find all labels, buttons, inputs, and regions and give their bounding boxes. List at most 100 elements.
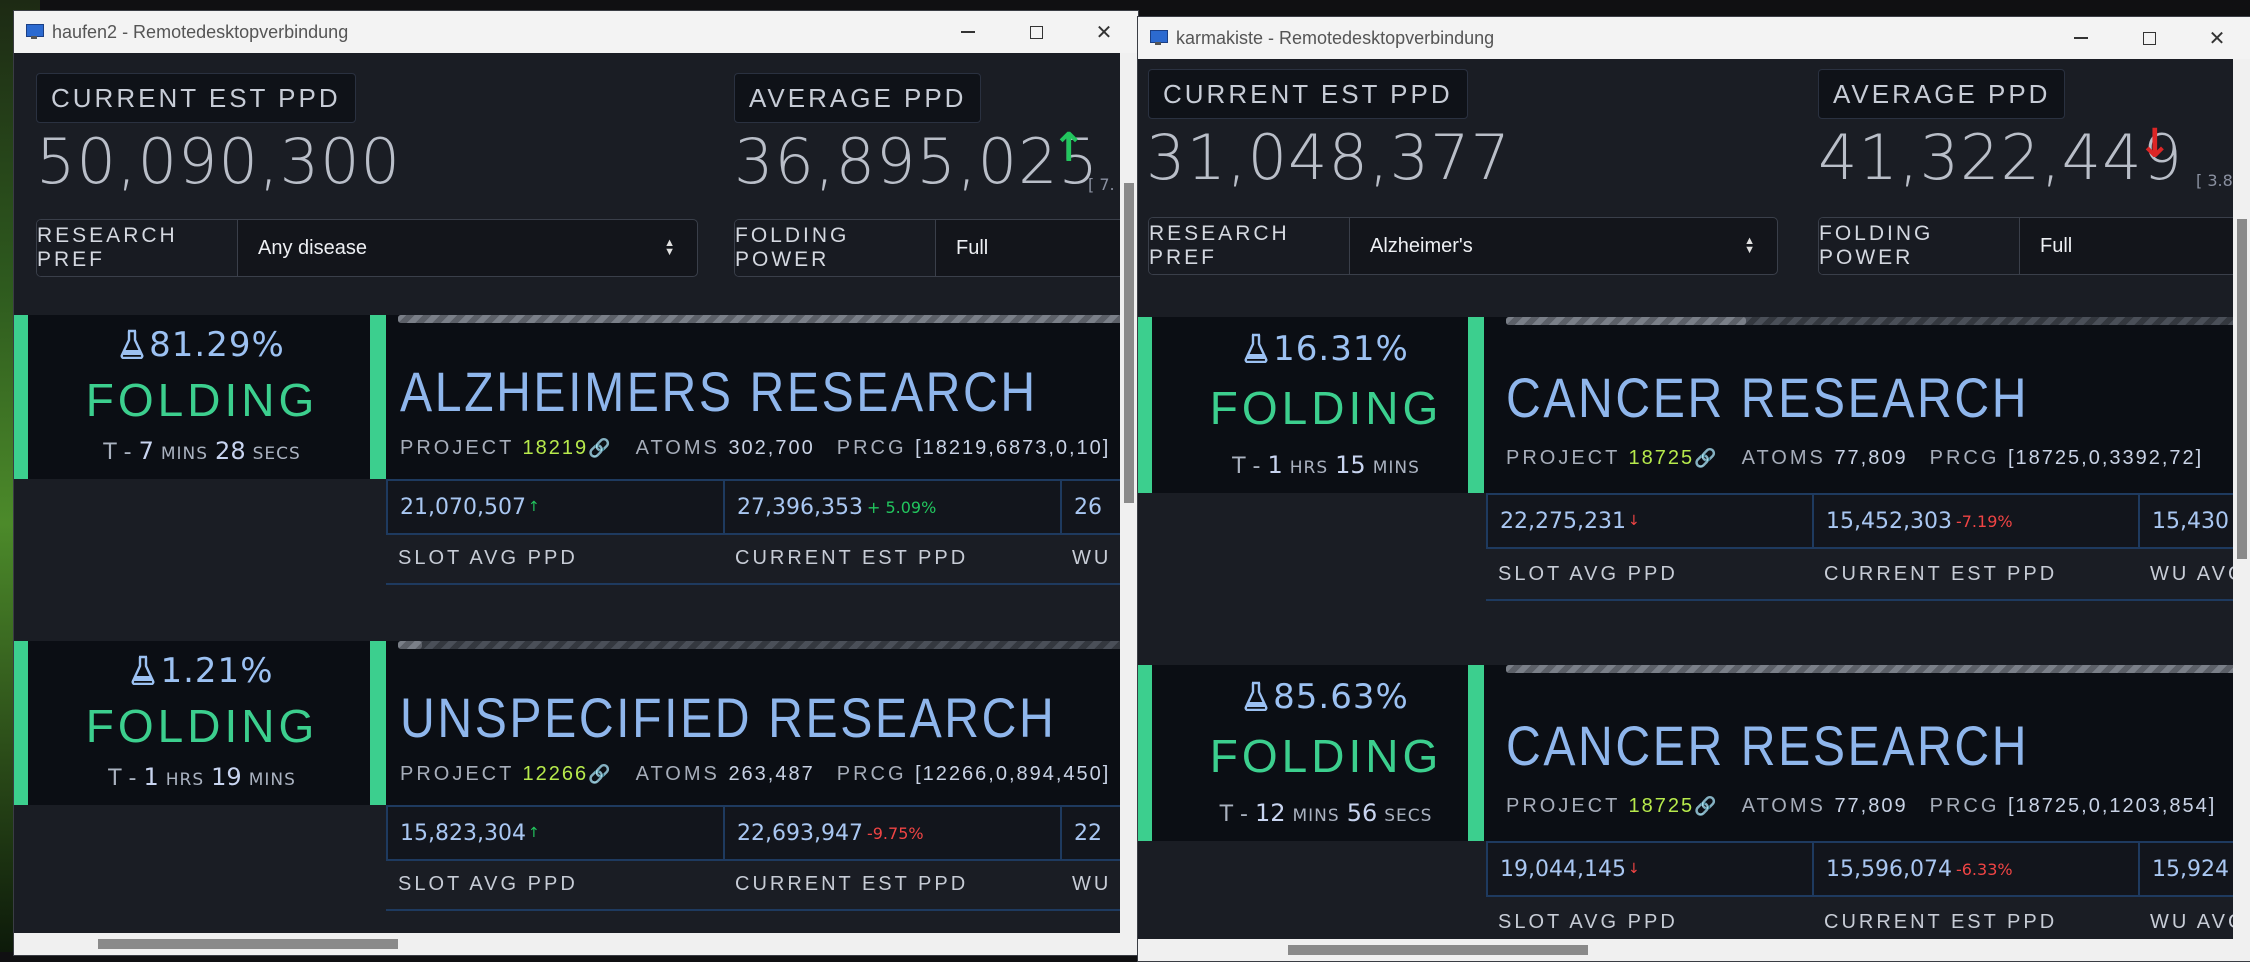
average-ppd-value: 36,895,025 — [734, 125, 1099, 198]
project-meta: PROJECT 18219🔗 ATOMS 302,700 PRCG [18219,6… — [400, 437, 1111, 459]
current-est-ppd-cell: 22,693,947 -9.75% — [725, 807, 1062, 859]
slot-status-panel: 1.21% FOLDING T - 1 HRS 19 MINS — [14, 641, 376, 805]
minimize-button[interactable] — [934, 11, 1002, 53]
close-button[interactable]: ✕ — [1070, 11, 1138, 53]
slot-progress-percent: 85.63% — [1273, 677, 1409, 717]
slot-avg-ppd-label: SLOT AVG PPD — [398, 546, 578, 569]
maximize-icon — [1029, 25, 1043, 39]
average-ppd-range: [ 7. — [1088, 175, 1115, 194]
slot-avg-ppd-value: 21,070,507 ↑ — [388, 481, 725, 533]
slot-stats-row: 19,044,145 ↓ 15,596,074 -6.33% 15,924 — [1486, 841, 2250, 897]
project-meta: PROJECT 18725🔗 ATOMS 77,809 PRCG [18725,0,… — [1506, 795, 2217, 817]
slot-stats-labels: SLOT AVG PPD CURRENT EST PPD WU — [386, 533, 1138, 585]
project-meta: PROJECT 12266🔗 ATOMS 263,487 PRCG [12266,0… — [400, 763, 1111, 785]
folding-power-select[interactable]: FOLDING POWER Full — [1818, 217, 2250, 275]
current-est-ppd-cell: 15,596,074 -6.33% — [1814, 843, 2140, 895]
link-icon[interactable]: 🔗 — [588, 438, 613, 458]
slot-progress-fill — [398, 641, 422, 649]
slot-avg-ppd-value: 19,044,145 ↓ — [1488, 843, 1814, 895]
link-icon[interactable]: 🔗 — [588, 764, 613, 784]
flask-icon — [1244, 681, 1268, 711]
slot-stats-row: 15,823,304 ↑ 22,693,947 -9.75% 22 — [386, 805, 1138, 861]
slot-progress-fill — [398, 315, 1138, 323]
slot-stats-labels: SLOT AVG PPD CURRENT EST PPD WU AVG — [1486, 549, 2250, 601]
research-pref-value: Any disease — [258, 236, 367, 259]
trend-up-icon: ↑ — [527, 825, 540, 841]
horizontal-scrollbar[interactable] — [1138, 939, 2233, 961]
slot-progress-bar — [1506, 665, 2250, 673]
average-ppd-label: AVERAGE PPD — [1818, 69, 2066, 119]
average-ppd-label: AVERAGE PPD — [734, 73, 982, 123]
research-pref-select[interactable]: RESEARCH PREF Alzheimer's ▲ ▼ — [1148, 217, 1778, 275]
slot-progress-percent: 1.21% — [160, 651, 274, 691]
slot-card: 81.29% FOLDING T - 7 MINS 28 SECS ALZHEI… — [14, 315, 1138, 615]
fah-dashboard: CURRENT EST PPD 50,090,300 AVERAGE PPD 3… — [14, 53, 1138, 955]
horizontal-scroll-thumb[interactable] — [1288, 945, 1588, 955]
project-number[interactable]: 18725 — [1629, 795, 1695, 817]
current-est-ppd-label: CURRENT EST PPD — [735, 546, 969, 569]
research-title: ALZHEIMERS RESEARCH — [400, 360, 1038, 423]
flask-icon — [120, 329, 144, 359]
close-button[interactable]: ✕ — [2183, 17, 2250, 59]
slot-status: FOLDING — [1209, 730, 1443, 782]
resize-grip[interactable] — [2233, 939, 2250, 961]
current-est-ppd-label: CURRENT EST PPD — [36, 73, 356, 123]
link-icon[interactable]: 🔗 — [1694, 448, 1719, 468]
window-title: haufen2 - Remotedesktopverbindung — [52, 21, 349, 42]
research-pref-select[interactable]: RESEARCH PREF Any disease ▲ ▼ — [36, 219, 698, 277]
slot-progress-bar — [1506, 317, 2250, 325]
trend-down-icon: ↓ — [2138, 121, 2172, 167]
window-titlebar[interactable]: haufen2 - Remotedesktopverbindung ✕ — [14, 11, 1138, 53]
research-title: CANCER RESEARCH — [1506, 714, 2030, 777]
current-est-ppd-value: 50,090,300 — [36, 125, 401, 198]
folding-power-select[interactable]: FOLDING POWER Full — [734, 219, 1138, 277]
minimize-button[interactable] — [2047, 17, 2115, 59]
current-est-ppd-label: CURRENT EST PPD — [735, 872, 969, 895]
link-icon[interactable]: 🔗 — [1694, 796, 1719, 816]
vertical-scrollbar[interactable] — [2233, 59, 2250, 939]
average-ppd-value: 41,322,449 — [1818, 121, 2183, 194]
slot-project-card: CANCER RESEARCH PROJECT 18725🔗 ATOMS 77,8… — [1468, 665, 2250, 841]
fah-dashboard: CURRENT EST PPD 31,048,377 AVERAGE PPD 4… — [1138, 59, 2250, 961]
flask-icon — [1244, 333, 1268, 363]
horizontal-scroll-thumb[interactable] — [98, 939, 398, 949]
research-pref-label: RESEARCH PREF — [1149, 218, 1350, 274]
maximize-button[interactable] — [1002, 11, 1070, 53]
slot-avg-ppd-value: 15,823,304 ↑ — [388, 807, 725, 859]
slot-progress-fill — [1506, 665, 2250, 673]
current-est-ppd-cell: 15,452,303 -7.19% — [1814, 495, 2140, 547]
folding-power-value: Full — [2040, 234, 2073, 257]
slot-stats-row: 21,070,507 ↑ 27,396,353 + 5.09% 26 — [386, 479, 1138, 535]
window-title: karmakiste - Remotedesktopverbindung — [1176, 27, 1495, 48]
folding-power-label: FOLDING POWER — [735, 220, 936, 276]
slot-stats-labels: SLOT AVG PPD CURRENT EST PPD WU — [386, 859, 1138, 911]
project-number[interactable]: 18725 — [1629, 447, 1695, 469]
project-meta: PROJECT 18725🔗 ATOMS 77,809 PRCG [18725,0,… — [1506, 447, 2204, 469]
slot-eta: T - 1 HRS 15 MINS — [1232, 451, 1420, 479]
window-titlebar[interactable]: karmakiste - Remotedesktopverbindung ✕ — [1138, 17, 2250, 59]
slot-status-panel: 16.31% FOLDING T - 1 HRS 15 MINS — [1138, 317, 1500, 493]
slot-stats-row: 22,275,231 ↓ 15,452,303 -7.19% 15,430 — [1486, 493, 2250, 549]
slot-avg-ppd-value: 22,275,231 ↓ — [1488, 495, 1814, 547]
maximize-button[interactable] — [2115, 17, 2183, 59]
vertical-scrollbar[interactable] — [1120, 53, 1138, 933]
slot-progress-bar — [398, 315, 1138, 323]
slot-card: 16.31% FOLDING T - 1 HRS 15 MINS CANCER … — [1138, 317, 2250, 637]
trend-down-icon: ↓ — [1627, 513, 1640, 529]
vertical-scroll-thumb[interactable] — [1124, 183, 1134, 503]
remote-desktop-window-karmakiste[interactable]: karmakiste - Remotedesktopverbindung ✕ C… — [1137, 16, 2250, 962]
remote-desktop-window-haufen2[interactable]: haufen2 - Remotedesktopverbindung ✕ CURR… — [13, 10, 1139, 956]
slot-avg-ppd-label: SLOT AVG PPD — [1498, 562, 1678, 585]
current-est-ppd-cell: 27,396,353 + 5.09% — [725, 481, 1062, 533]
project-number[interactable]: 18219 — [523, 437, 589, 459]
select-caret-icon: ▲ ▼ — [1744, 235, 1755, 256]
slot-status-panel: 81.29% FOLDING T - 7 MINS 28 SECS — [14, 315, 376, 479]
slot-card: 85.63% FOLDING T - 12 MINS 56 SECS CANCE… — [1138, 665, 2250, 961]
slot-avg-ppd-label: SLOT AVG PPD — [398, 872, 578, 895]
project-number[interactable]: 12266 — [523, 763, 589, 785]
vertical-scroll-thumb[interactable] — [2237, 219, 2247, 559]
average-ppd-range: [ 3.8 — [2196, 171, 2233, 190]
trend-down-icon: ↓ — [1627, 861, 1640, 877]
current-est-ppd-label: CURRENT EST PPD — [1824, 562, 2058, 585]
close-icon: ✕ — [2208, 26, 2226, 50]
